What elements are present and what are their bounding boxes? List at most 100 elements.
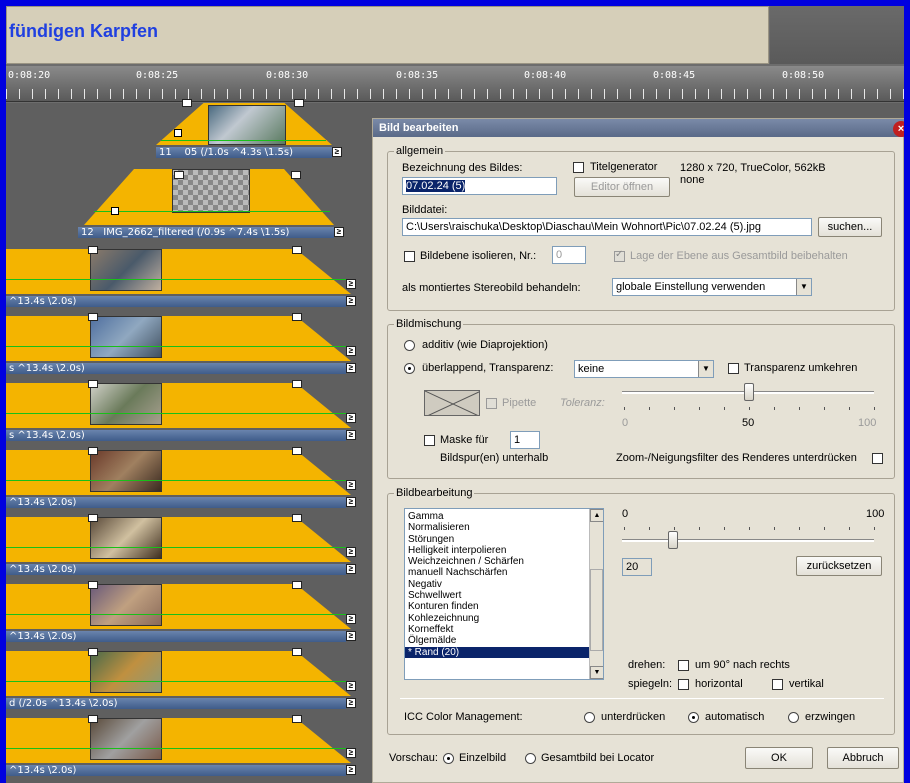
group-legend: allgemein — [394, 145, 446, 157]
overlapping-radio[interactable] — [404, 363, 415, 374]
clip-start-marker[interactable] — [88, 715, 98, 723]
icc-auto-radio[interactable] — [688, 712, 699, 723]
clip-end-marker[interactable] — [292, 380, 302, 388]
effect-list-item[interactable]: Negativ — [405, 579, 603, 590]
clip-end-icon[interactable]: ≥ — [346, 681, 356, 691]
clip-start-marker[interactable] — [88, 581, 98, 589]
clip-end-icon[interactable]: ≥ — [346, 748, 356, 758]
clip-start-marker[interactable] — [174, 171, 184, 179]
clip-start-marker[interactable] — [88, 648, 98, 656]
close-icon[interactable]: × — [893, 121, 904, 137]
clip-start-marker[interactable] — [88, 447, 98, 455]
pipette-checkbox[interactable] — [486, 398, 497, 409]
effect-list-item[interactable]: manuell Nachschärfen — [405, 567, 603, 578]
clip-end-icon[interactable]: ≥ — [332, 147, 342, 157]
label-single-image: Einzelbild — [459, 752, 507, 764]
icc-suppress-radio[interactable] — [584, 712, 595, 723]
color-swatch[interactable] — [424, 390, 480, 416]
mirror-horizontal-checkbox[interactable] — [678, 679, 689, 690]
clip-start-marker[interactable] — [182, 99, 192, 107]
clip-end-icon[interactable]: ≥ — [346, 497, 356, 507]
clip-handle[interactable] — [111, 207, 119, 215]
invert-transparency-checkbox[interactable] — [728, 363, 739, 374]
reset-button[interactable]: zurücksetzen — [796, 556, 882, 576]
clip-end-icon[interactable]: ≥ — [346, 547, 356, 557]
ruler-label: 0:08:50 — [782, 70, 825, 81]
rotate-90-checkbox[interactable] — [678, 660, 689, 671]
effect-list-item[interactable]: * Rand (20) — [405, 646, 603, 658]
clip-start-marker[interactable] — [88, 380, 98, 388]
clip-end-icon[interactable]: ≥ — [346, 363, 356, 373]
clip-end-icon[interactable]: ≥ — [346, 430, 356, 440]
clip-start-marker[interactable] — [88, 313, 98, 321]
icc-force-radio[interactable] — [788, 712, 799, 723]
effect-list-item[interactable]: Normalisieren — [405, 522, 603, 533]
clip-end-marker[interactable] — [292, 514, 302, 522]
tolerance-slider-thumb[interactable] — [744, 383, 754, 401]
effect-list-item[interactable]: Störungen — [405, 534, 603, 545]
clip-end-marker[interactable] — [292, 447, 302, 455]
list-scrollbar[interactable]: ▲ ▼ — [589, 509, 603, 679]
cancel-button[interactable]: Abbruch — [827, 747, 899, 769]
effect-slider-track[interactable] — [622, 539, 874, 542]
effect-list-item[interactable]: Ölgemälde — [405, 635, 603, 646]
clip-thumbnail — [208, 105, 286, 145]
preview-single-radio[interactable] — [443, 753, 454, 764]
clip-end-icon[interactable]: ≥ — [346, 564, 356, 574]
effect-list-item[interactable]: Schwellwert — [405, 590, 603, 601]
mask-track-input[interactable]: 1 — [510, 431, 540, 449]
clip-end-icon[interactable]: ≥ — [346, 480, 356, 490]
label-rotate: drehen: — [628, 659, 666, 671]
effect-list-item[interactable]: Gamma — [405, 511, 603, 522]
label-image-file: Bilddatei: — [402, 204, 448, 216]
edit-image-dialog: Bild bearbeiten × allgemein Bezeichnung … — [372, 118, 904, 783]
clip-end-marker[interactable] — [291, 171, 301, 179]
stereo-select[interactable]: globale Einstellung verwenden ▼ — [612, 278, 812, 296]
preview-full-radio[interactable] — [525, 753, 536, 764]
scroll-up-icon[interactable]: ▲ — [590, 509, 603, 522]
effects-list[interactable]: Gamma Normalisieren Störungen Helligkeit in… — [404, 508, 604, 680]
clip-end-icon[interactable]: ≥ — [346, 698, 356, 708]
clip-end-icon[interactable]: ≥ — [346, 346, 356, 356]
clip-end-icon[interactable]: ≥ — [346, 413, 356, 423]
mirror-vertical-checkbox[interactable] — [772, 679, 783, 690]
clip-end-icon[interactable]: ≥ — [346, 765, 356, 775]
clip-start-marker[interactable] — [88, 246, 98, 254]
mask-checkbox[interactable] — [424, 435, 435, 446]
keep-layer-position-checkbox[interactable] — [614, 249, 625, 262]
transparency-select[interactable]: keine ▼ — [574, 360, 714, 378]
browse-button[interactable]: suchen... — [818, 217, 882, 237]
clip-start-marker[interactable] — [88, 514, 98, 522]
effect-list-item[interactable]: Korneffekt — [405, 624, 603, 635]
clip-end-marker[interactable] — [292, 581, 302, 589]
additive-radio[interactable] — [404, 340, 415, 351]
clip-end-icon[interactable]: ≥ — [346, 614, 356, 624]
image-file-input[interactable]: C:\Users\raischuka\Desktop\Diaschau\Mein… — [402, 218, 812, 236]
clip-end-icon[interactable]: ≥ — [346, 631, 356, 641]
clip-handle[interactable] — [174, 129, 182, 137]
clip-end-marker[interactable] — [292, 246, 302, 254]
isolate-layer-checkbox[interactable] — [404, 251, 415, 262]
clip-end-icon[interactable]: ≥ — [346, 296, 356, 306]
clip-end-marker[interactable] — [292, 715, 302, 723]
scroll-down-icon[interactable]: ▼ — [590, 666, 603, 679]
clip-end-icon[interactable]: ≥ — [334, 227, 344, 237]
clip-end-marker[interactable] — [292, 313, 302, 321]
image-name-input[interactable]: 07.02.24 (5) — [402, 177, 557, 195]
open-editor-button[interactable]: Editor öffnen — [574, 177, 670, 197]
clip-end-marker[interactable] — [294, 99, 304, 107]
effect-list-item[interactable]: Helligkeit interpolieren — [405, 545, 603, 556]
clip-label: ^13.4s \2.0s) — [6, 564, 346, 575]
effect-list-item[interactable]: Weichzeichnen / Schärfen — [405, 556, 603, 567]
title-generator-checkbox[interactable] — [573, 162, 584, 173]
suppress-zoom-checkbox[interactable] — [872, 453, 883, 464]
effect-list-item[interactable]: Konturen finden — [405, 601, 603, 612]
ok-button[interactable]: OK — [745, 747, 813, 769]
timeline-ruler[interactable]: 0:08:20 0:08:25 0:08:30 0:08:35 0:08:40 … — [6, 66, 904, 102]
clip-end-marker[interactable] — [292, 648, 302, 656]
clip-end-icon[interactable]: ≥ — [346, 279, 356, 289]
effect-list-item[interactable]: Kohlezeichnung — [405, 613, 603, 624]
effect-slider-thumb[interactable] — [668, 531, 678, 549]
scroll-thumb[interactable] — [590, 569, 603, 651]
layer-number-input[interactable]: 0 — [552, 246, 586, 264]
